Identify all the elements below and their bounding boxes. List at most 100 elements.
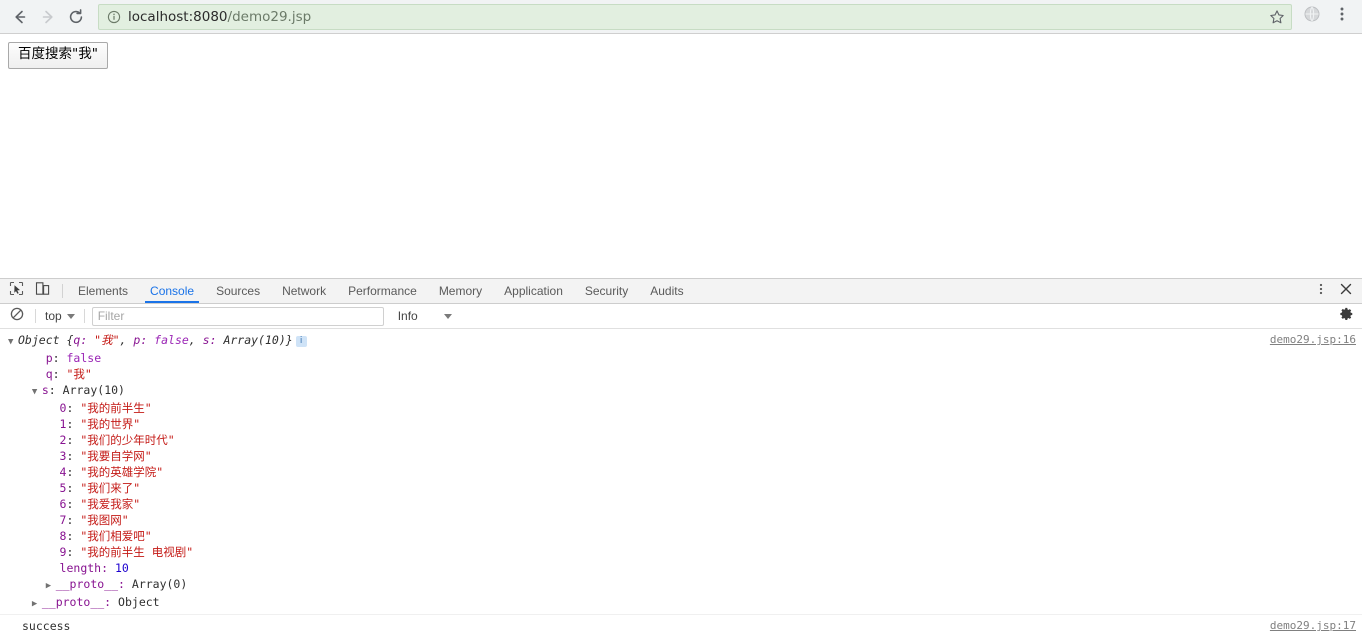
reload-icon (67, 8, 85, 26)
devtools-tabbar: Elements Console Sources Network Perform… (0, 279, 1362, 304)
console-source-link[interactable]: demo29.jsp:16 (1270, 333, 1356, 346)
console-source-link[interactable]: demo29.jsp:17 (1270, 619, 1356, 632)
browser-toolbar: localhost:8080/demo29.jsp (0, 0, 1362, 34)
page-viewport: 百度搜索"我" (0, 34, 1362, 278)
info-badge-icon[interactable]: i (296, 336, 307, 347)
disclosure-triangle-icon[interactable] (32, 596, 42, 612)
devtools-menu-button[interactable] (1309, 279, 1333, 303)
console-entry-log: demo29.jsp:17 success (0, 615, 1362, 637)
bookmark-star-icon[interactable] (1263, 9, 1285, 25)
tab-network[interactable]: Network (271, 279, 337, 303)
object-head-sep-2: , (189, 333, 203, 347)
prop-colon: : (53, 351, 67, 365)
prop-key-q: q (46, 367, 53, 381)
array-item-1: 1: "我的世界" (0, 416, 1362, 432)
object-head-val-q: "我" (94, 333, 119, 347)
array-value: "我们来了" (80, 481, 140, 495)
inspect-element-button[interactable] (4, 279, 28, 303)
array-item-7: 7: "我图网" (0, 512, 1362, 528)
chevron-down-icon (444, 314, 452, 319)
clear-console-icon (10, 307, 24, 326)
array-length-row: length: 10 (0, 560, 1362, 576)
prop-value-q: "我" (67, 367, 92, 381)
tab-audits[interactable]: Audits (639, 279, 694, 303)
console-filter-bar: top Info (0, 304, 1362, 329)
console-level-selector[interactable]: Info (388, 309, 452, 323)
tabbar-divider (62, 284, 63, 298)
object-head-suffix: } (286, 333, 293, 347)
array-item-5: 5: "我们来了" (0, 480, 1362, 496)
devtools-tool-buttons (2, 279, 58, 303)
tab-application[interactable]: Application (493, 279, 574, 303)
object-header-text: Object {q: "我", p: false, s: Array(10)} (18, 333, 293, 347)
object-proto-label: __proto__: (42, 595, 111, 609)
reload-button[interactable] (62, 3, 90, 31)
array-value: "我的前半生" (80, 401, 151, 415)
clear-console-button[interactable] (6, 305, 28, 327)
tab-security[interactable]: Security (574, 279, 639, 303)
baidu-search-button[interactable]: 百度搜索"我" (8, 42, 108, 69)
forward-arrow-icon (39, 8, 57, 26)
tab-console[interactable]: Console (139, 279, 205, 303)
filterbar-divider-2 (84, 309, 85, 323)
console-filter-input[interactable] (92, 307, 384, 326)
object-head-sep-1: , (120, 333, 134, 347)
object-head-prefix: Object { (18, 333, 73, 347)
tab-performance[interactable]: Performance (337, 279, 428, 303)
tab-memory[interactable]: Memory (428, 279, 493, 303)
array-item-9: 9: "我的前半生 电视剧" (0, 544, 1362, 560)
disclosure-triangle-icon[interactable] (8, 334, 18, 350)
devtools-menu-icon (1314, 282, 1328, 301)
device-toolbar-button[interactable] (30, 279, 54, 303)
array-value: "我们的少年时代" (80, 433, 174, 447)
object-proto-row[interactable]: __proto__: Object (0, 594, 1362, 612)
prop-key-p: p (46, 351, 53, 365)
prop-colon: : (49, 383, 63, 397)
devtools-tabbar-right (1309, 279, 1362, 303)
devtools-close-button[interactable] (1334, 279, 1358, 303)
settings-gear-icon (1340, 307, 1354, 326)
prop-key-s: s (42, 383, 49, 397)
array-item-8: 8: "我们相爱吧" (0, 528, 1362, 544)
object-head-key-q: q: (73, 333, 94, 347)
page-info-icon[interactable] (107, 10, 121, 24)
array-colon: : (66, 449, 80, 463)
profile-button[interactable] (1298, 3, 1326, 31)
filterbar-divider-1 (35, 309, 36, 323)
array-item-4: 4: "我的英雄学院" (0, 464, 1362, 480)
disclosure-triangle-icon[interactable] (46, 578, 56, 594)
devtools-tabs: Elements Console Sources Network Perform… (67, 279, 1309, 303)
array-value: "我爱我家" (80, 497, 140, 511)
disclosure-triangle-icon[interactable] (32, 384, 42, 400)
array-item-6: 6: "我爱我家" (0, 496, 1362, 512)
address-bar-path: /demo29.jsp (228, 9, 312, 25)
back-arrow-icon (11, 8, 29, 26)
array-value: "我的前半生 电视剧" (80, 545, 193, 559)
address-bar[interactable]: localhost:8080/demo29.jsp (98, 4, 1292, 30)
console-context-selector[interactable]: top (43, 309, 77, 323)
chevron-down-icon (67, 314, 75, 319)
prop-value-p: false (67, 351, 102, 365)
tab-elements[interactable]: Elements (67, 279, 139, 303)
object-header-row[interactable]: Object {q: "我", p: false, s: Array(10)}i (0, 332, 1362, 350)
inspect-element-icon (9, 281, 24, 301)
array-value: "我们相爱吧" (80, 529, 151, 543)
array-colon: : (66, 401, 80, 415)
array-value: "我要自学网" (80, 449, 151, 463)
array-proto-row[interactable]: __proto__: Array(0) (0, 576, 1362, 594)
array-proto-label: __proto__: (56, 577, 125, 591)
console-settings-button[interactable] (1336, 305, 1358, 327)
object-prop-s[interactable]: s: Array(10) (0, 382, 1362, 400)
devtools-panel: Elements Console Sources Network Perform… (0, 278, 1362, 637)
array-length-value: 10 (115, 561, 129, 575)
object-prop-q: q: "我" (0, 366, 1362, 382)
console-entry-object[interactable]: demo29.jsp:16 Object {q: "我", p: false, … (0, 329, 1362, 615)
browser-menu-button[interactable] (1328, 3, 1356, 31)
array-proto-value: Array(0) (132, 577, 187, 591)
profile-globe-icon (1303, 5, 1321, 28)
address-bar-host: localhost:8080 (128, 9, 228, 25)
console-output[interactable]: demo29.jsp:16 Object {q: "我", p: false, … (0, 329, 1362, 637)
tab-sources[interactable]: Sources (205, 279, 271, 303)
forward-button (34, 3, 62, 31)
back-button[interactable] (6, 3, 34, 31)
